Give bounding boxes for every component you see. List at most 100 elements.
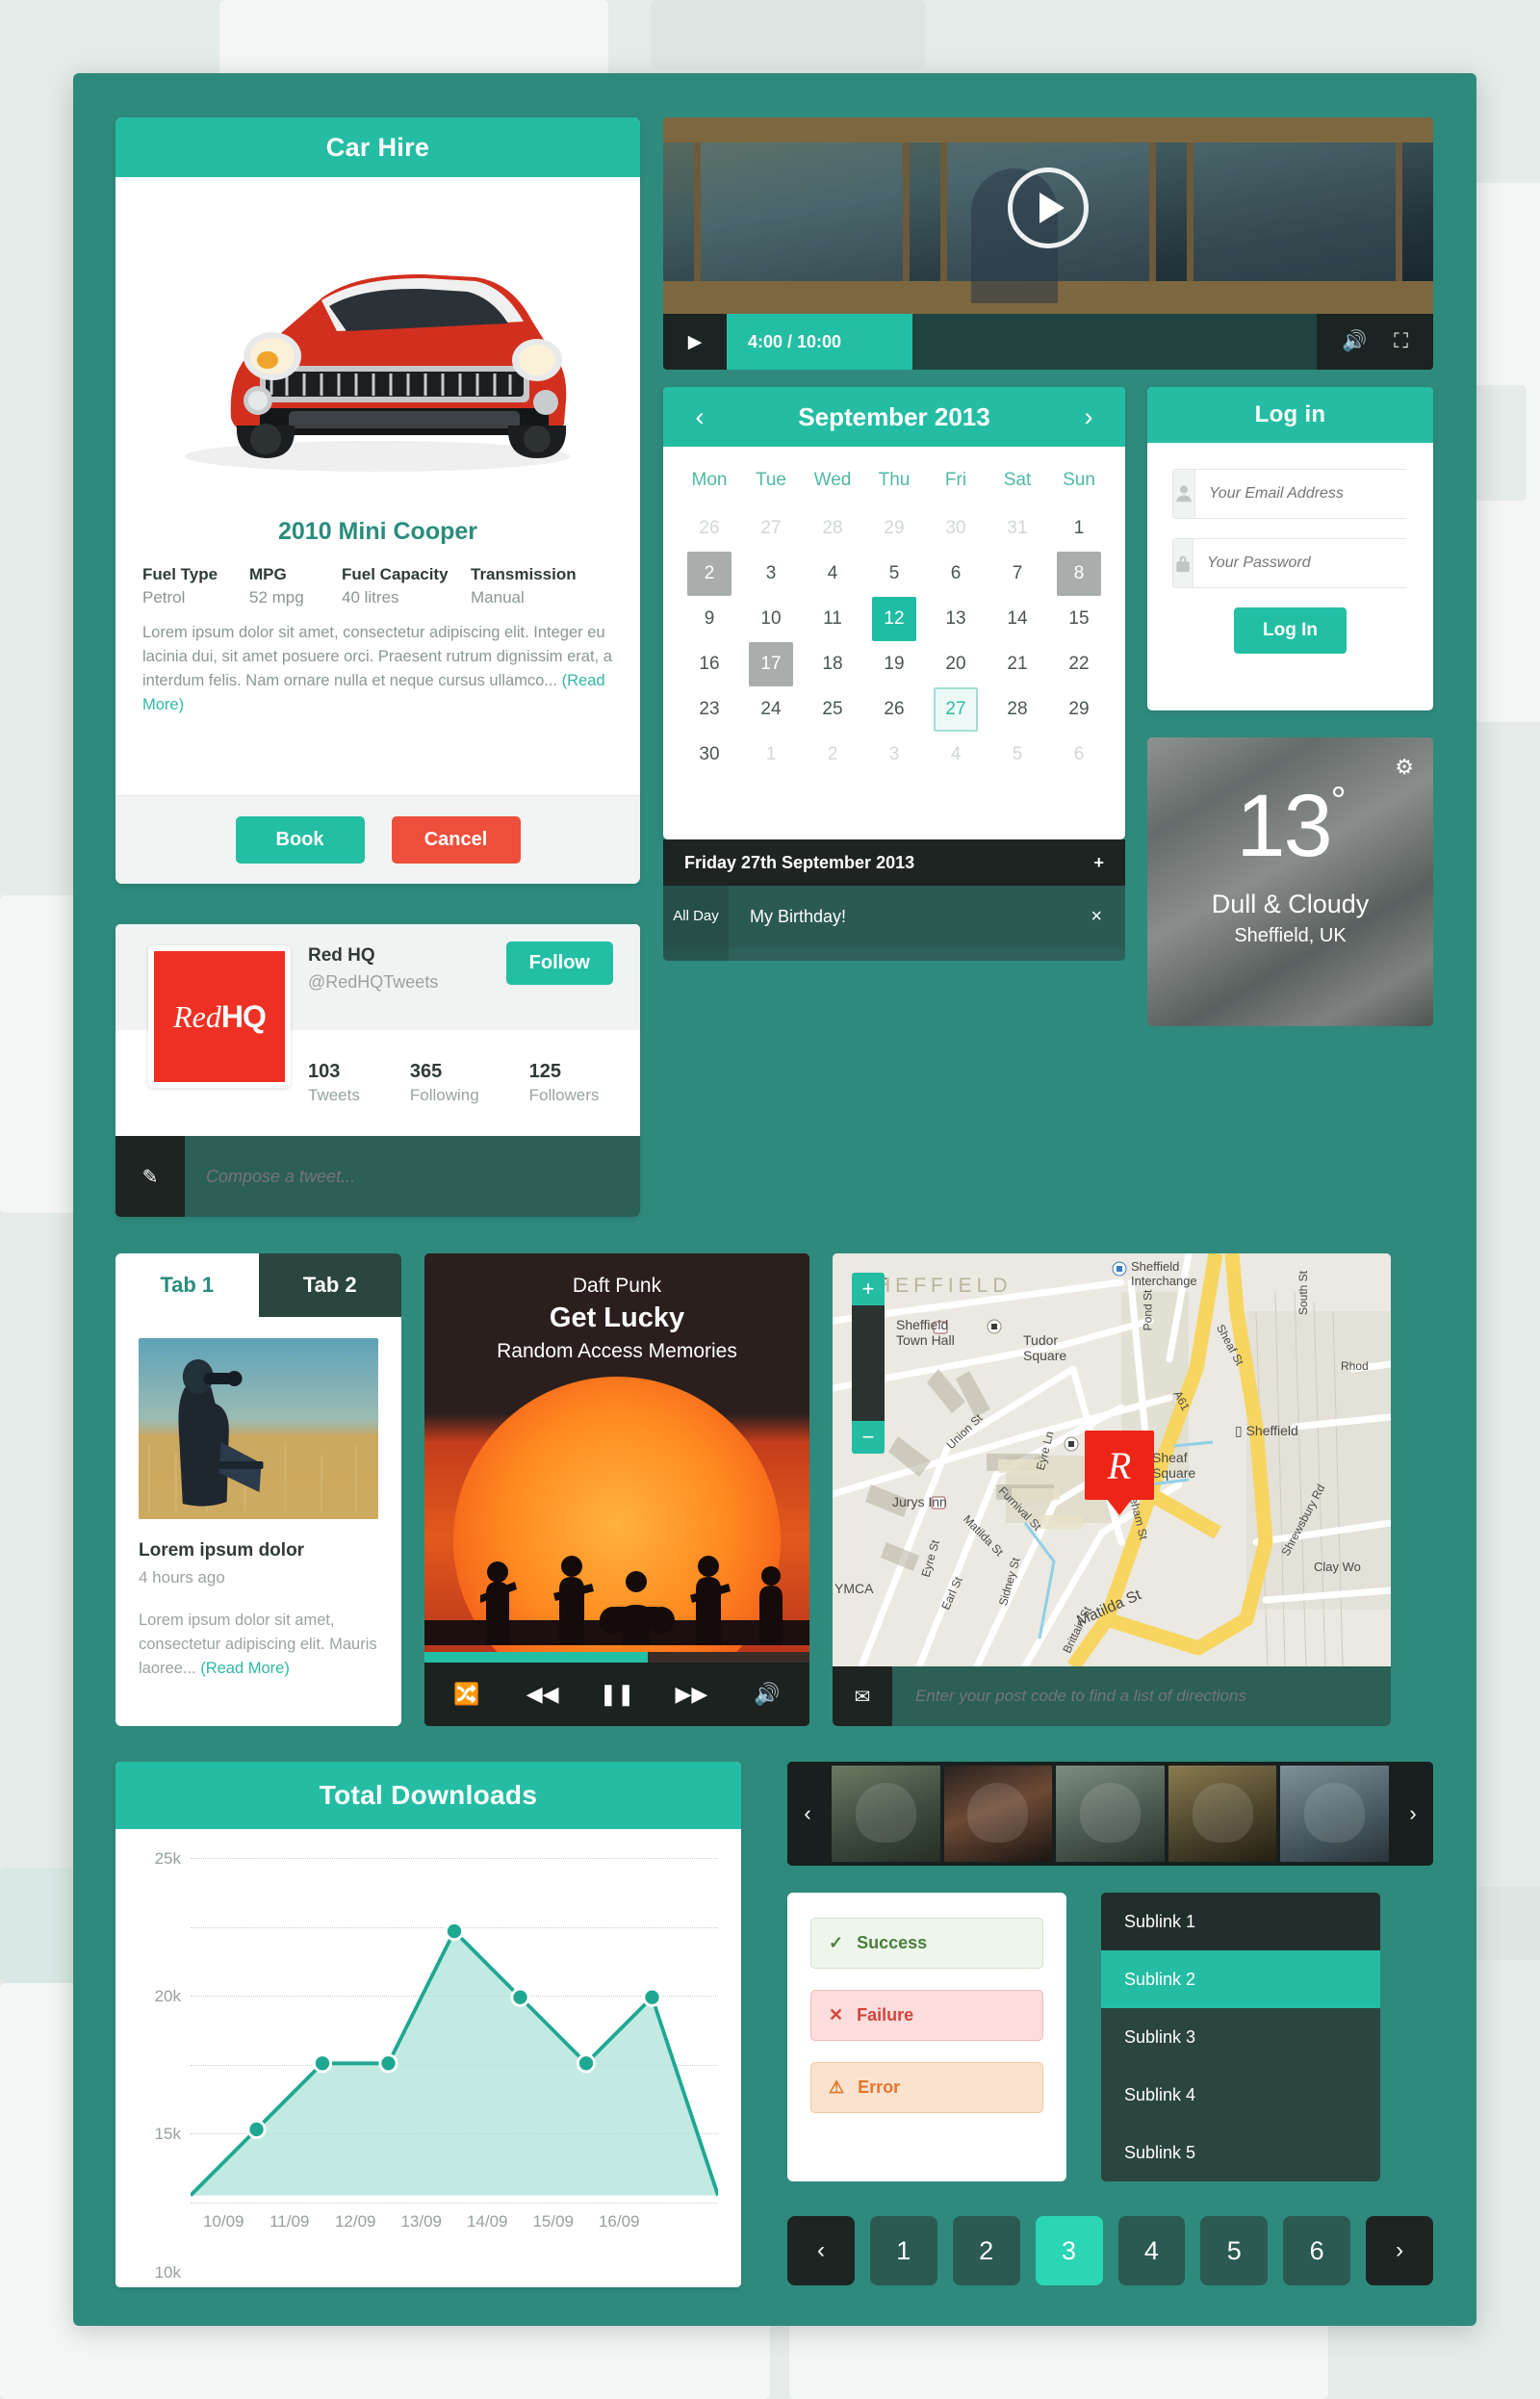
pagination-page-4[interactable]: 4 bbox=[1117, 2216, 1186, 2285]
calendar-day[interactable]: 12 bbox=[863, 597, 925, 642]
pagination-prev[interactable]: ‹ bbox=[787, 2216, 855, 2285]
calendar-day[interactable]: 8 bbox=[1048, 552, 1110, 597]
calendar-day[interactable]: 31 bbox=[987, 506, 1048, 552]
calendar-day[interactable]: 1 bbox=[1048, 506, 1110, 552]
pagination-page-6[interactable]: 6 bbox=[1283, 2216, 1351, 2285]
compose-tweet-input[interactable] bbox=[185, 1166, 640, 1187]
tab-2[interactable]: Tab 2 bbox=[258, 1253, 401, 1317]
cancel-button[interactable]: Cancel bbox=[391, 816, 521, 864]
calendar-day[interactable]: 16 bbox=[679, 642, 740, 687]
calendar-day[interactable]: 30 bbox=[925, 506, 987, 552]
sublink-4[interactable]: Sublink 4 bbox=[1101, 2066, 1380, 2124]
chart-data-point[interactable] bbox=[312, 2053, 333, 2074]
play-icon[interactable]: ▶ bbox=[663, 331, 727, 353]
calendar-day[interactable]: 23 bbox=[679, 687, 740, 733]
calendar-day[interactable]: 24 bbox=[740, 687, 802, 733]
chart-data-point[interactable] bbox=[378, 2053, 398, 2074]
fullscreen-icon[interactable]: ⛶ bbox=[1394, 330, 1408, 353]
calendar-day[interactable]: 30 bbox=[679, 733, 740, 778]
map-canvas[interactable]: SHEFFIELD Sheffield Town Hall Tudor Square… bbox=[833, 1253, 1391, 1666]
follow-button[interactable]: Follow bbox=[505, 942, 613, 985]
calendar-day[interactable]: 7 bbox=[987, 552, 1048, 597]
calendar-day[interactable]: 28 bbox=[987, 687, 1048, 733]
calendar-day[interactable]: 29 bbox=[1048, 687, 1110, 733]
calendar-day[interactable]: 10 bbox=[740, 597, 802, 642]
gear-icon[interactable]: ⚙ bbox=[1395, 755, 1414, 780]
calendar-day[interactable]: 2 bbox=[679, 552, 740, 597]
calendar-day[interactable]: 18 bbox=[802, 642, 863, 687]
calendar-day[interactable]: 27 bbox=[925, 687, 987, 733]
rewind-icon[interactable]: ◀◀ bbox=[526, 1682, 559, 1707]
book-button[interactable]: Book bbox=[235, 816, 365, 864]
calendar-day[interactable]: 3 bbox=[740, 552, 802, 597]
carousel-thumb-2[interactable] bbox=[943, 1766, 1053, 1862]
pagination-page-1[interactable]: 1 bbox=[869, 2216, 937, 2285]
calendar-day[interactable]: 20 bbox=[925, 642, 987, 687]
calendar-day[interactable]: 4 bbox=[802, 552, 863, 597]
event-row[interactable]: 19:30 Party! × bbox=[663, 947, 1125, 961]
carousel-next-button[interactable]: › bbox=[1393, 1762, 1433, 1866]
sublink-1[interactable]: Sublink 1 bbox=[1101, 1893, 1380, 1950]
calendar-day[interactable]: 19 bbox=[863, 642, 925, 687]
pagination-page-3[interactable]: 3 bbox=[1035, 2216, 1103, 2285]
sublink-5[interactable]: Sublink 5 bbox=[1101, 2124, 1380, 2181]
add-event-icon[interactable]: + bbox=[1093, 853, 1104, 873]
calendar-day[interactable]: 28 bbox=[802, 506, 863, 552]
calendar-day[interactable]: 14 bbox=[987, 597, 1048, 642]
sublink-2[interactable]: Sublink 2 bbox=[1101, 1950, 1380, 2008]
pencil-icon[interactable]: ✎ bbox=[116, 1136, 185, 1217]
calendar-day[interactable]: 6 bbox=[925, 552, 987, 597]
close-icon[interactable]: × bbox=[1091, 906, 1125, 928]
carousel-thumb-4[interactable] bbox=[1168, 1766, 1277, 1862]
chart-data-point[interactable] bbox=[576, 2053, 597, 2074]
calendar-day[interactable]: 22 bbox=[1048, 642, 1110, 687]
redhq-pin-icon[interactable]: R bbox=[1085, 1431, 1154, 1500]
shuffle-icon[interactable]: 🔀 bbox=[424, 1682, 509, 1707]
calendar-day[interactable]: 26 bbox=[679, 506, 740, 552]
calendar-day[interactable]: 6 bbox=[1048, 733, 1110, 778]
volume-icon[interactable]: 🔊 bbox=[725, 1682, 809, 1707]
chevron-left-icon[interactable]: ‹ bbox=[686, 402, 713, 432]
login-button[interactable]: Log In bbox=[1234, 607, 1347, 654]
calendar-day[interactable]: 13 bbox=[925, 597, 987, 642]
password-field[interactable] bbox=[1194, 539, 1421, 587]
pagination-page-2[interactable]: 2 bbox=[952, 2216, 1020, 2285]
zoom-out-button[interactable]: − bbox=[852, 1421, 885, 1454]
video-progress-track[interactable]: 4:00 / 10:00 bbox=[727, 314, 1318, 370]
fast-forward-icon[interactable]: ▶▶ bbox=[675, 1682, 707, 1707]
calendar-day[interactable]: 3 bbox=[863, 733, 925, 778]
calendar-day[interactable]: 1 bbox=[740, 733, 802, 778]
chevron-right-icon[interactable]: › bbox=[1075, 402, 1102, 432]
calendar-day[interactable]: 15 bbox=[1048, 597, 1110, 642]
chart-data-point[interactable] bbox=[510, 1987, 530, 2007]
calendar-day[interactable]: 27 bbox=[740, 506, 802, 552]
stat-following[interactable]: 365 Following bbox=[410, 1061, 479, 1105]
map-search-input[interactable] bbox=[892, 1687, 1391, 1706]
email-field[interactable] bbox=[1195, 470, 1423, 518]
calendar-day[interactable]: 5 bbox=[863, 552, 925, 597]
play-overlay-button[interactable] bbox=[1008, 167, 1089, 248]
calendar-day[interactable]: 25 bbox=[802, 687, 863, 733]
chart-data-point[interactable] bbox=[246, 2119, 267, 2139]
calendar-day[interactable]: 4 bbox=[925, 733, 987, 778]
calendar-day[interactable]: 2 bbox=[802, 733, 863, 778]
carousel-thumb-5[interactable] bbox=[1280, 1766, 1389, 1862]
signpost-icon[interactable]: ✉ bbox=[833, 1666, 892, 1726]
calendar-day[interactable]: 9 bbox=[679, 597, 740, 642]
tab-1[interactable]: Tab 1 bbox=[116, 1253, 259, 1317]
calendar-day[interactable]: 11 bbox=[802, 597, 863, 642]
pagination-next[interactable]: › bbox=[1366, 2216, 1433, 2285]
stat-followers[interactable]: 125 Followers bbox=[529, 1061, 600, 1105]
carousel-prev-button[interactable]: ‹ bbox=[787, 1762, 828, 1866]
chart-data-point[interactable] bbox=[444, 1922, 465, 1942]
sublink-3[interactable]: Sublink 3 bbox=[1101, 2008, 1380, 2066]
carousel-thumb-3[interactable] bbox=[1056, 1766, 1165, 1862]
calendar-day[interactable]: 29 bbox=[863, 506, 925, 552]
chart-data-point[interactable] bbox=[642, 1987, 662, 2007]
zoom-in-button[interactable]: + bbox=[852, 1273, 885, 1305]
pause-icon[interactable]: ❚❚ bbox=[600, 1682, 635, 1707]
calendar-day[interactable]: 17 bbox=[740, 642, 802, 687]
calendar-day[interactable]: 5 bbox=[987, 733, 1048, 778]
event-row[interactable]: All Day My Birthday! × bbox=[663, 886, 1125, 947]
stat-tweets[interactable]: 103 Tweets bbox=[308, 1061, 360, 1105]
